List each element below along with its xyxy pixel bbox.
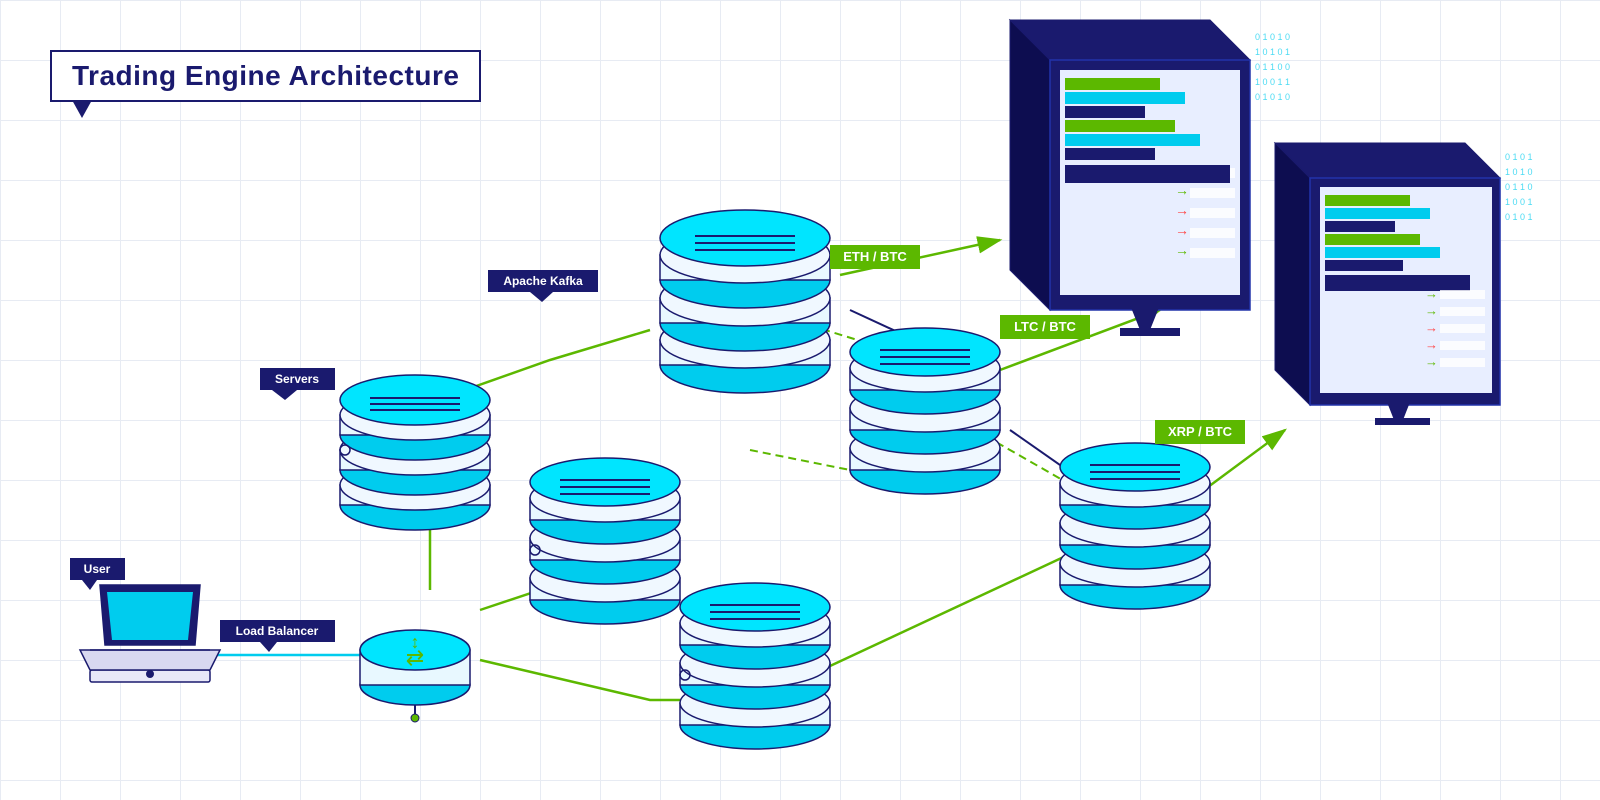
title-box: Trading Engine Architecture: [50, 50, 481, 102]
grid-background: [0, 0, 1600, 800]
page-title: Trading Engine Architecture: [72, 60, 459, 91]
title-arrow: [72, 100, 92, 118]
